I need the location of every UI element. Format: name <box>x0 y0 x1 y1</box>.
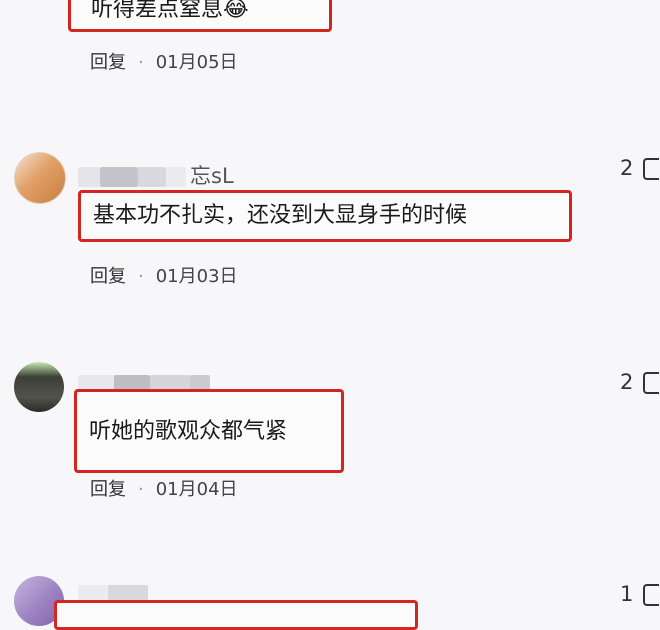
avatar[interactable] <box>14 362 64 412</box>
comment-text-highlight: 基本功不扎实，还没到大显身手的时候 <box>78 190 572 242</box>
separator-dot: · <box>138 266 144 287</box>
comment-text-highlight: 听她的歌观众都气紧 <box>74 389 344 473</box>
avatar[interactable] <box>14 152 66 204</box>
comment-text-highlight <box>54 600 418 630</box>
like-number: 2 <box>620 156 634 180</box>
separator-dot: · <box>138 479 144 500</box>
comment-text: 听她的歌观众都气紧 <box>89 419 288 444</box>
reply-button[interactable]: 回复 <box>90 52 126 73</box>
reply-button[interactable]: 回复 <box>90 266 126 287</box>
comment-text-highlight: 听得差点窒息😂 <box>68 0 332 32</box>
blurred-username <box>100 167 138 187</box>
like-number: 1 <box>620 582 634 606</box>
comment-date: 01月05日 <box>155 52 238 73</box>
blurred-username <box>138 167 166 187</box>
comment-meta: 回复 · 01月05日 <box>90 48 238 74</box>
blurred-username <box>166 167 186 187</box>
comment-text: 基本功不扎实，还没到大显身手的时候 <box>93 203 468 228</box>
reply-button[interactable]: 回复 <box>90 479 126 500</box>
like-number: 2 <box>620 370 634 394</box>
username-text: 忘sL <box>190 164 234 188</box>
comment-date: 01月04日 <box>155 479 238 500</box>
username[interactable]: 忘sL <box>78 160 234 190</box>
comment-meta: 回复 · 01月04日 <box>90 475 238 501</box>
thumbs-up-icon[interactable] <box>643 584 660 606</box>
comment-date: 01月03日 <box>155 266 238 287</box>
thumbs-up-icon[interactable] <box>643 372 660 394</box>
comment-text: 听得差点窒息😂 <box>91 0 249 22</box>
like-count[interactable]: 1 <box>620 582 660 606</box>
separator-dot: · <box>138 52 144 73</box>
comment-meta: 回复 · 01月03日 <box>90 262 238 288</box>
like-count[interactable]: 2 <box>620 156 660 180</box>
thumbs-up-icon[interactable] <box>643 158 660 180</box>
like-count[interactable]: 2 <box>620 370 660 394</box>
blurred-username <box>78 167 100 187</box>
